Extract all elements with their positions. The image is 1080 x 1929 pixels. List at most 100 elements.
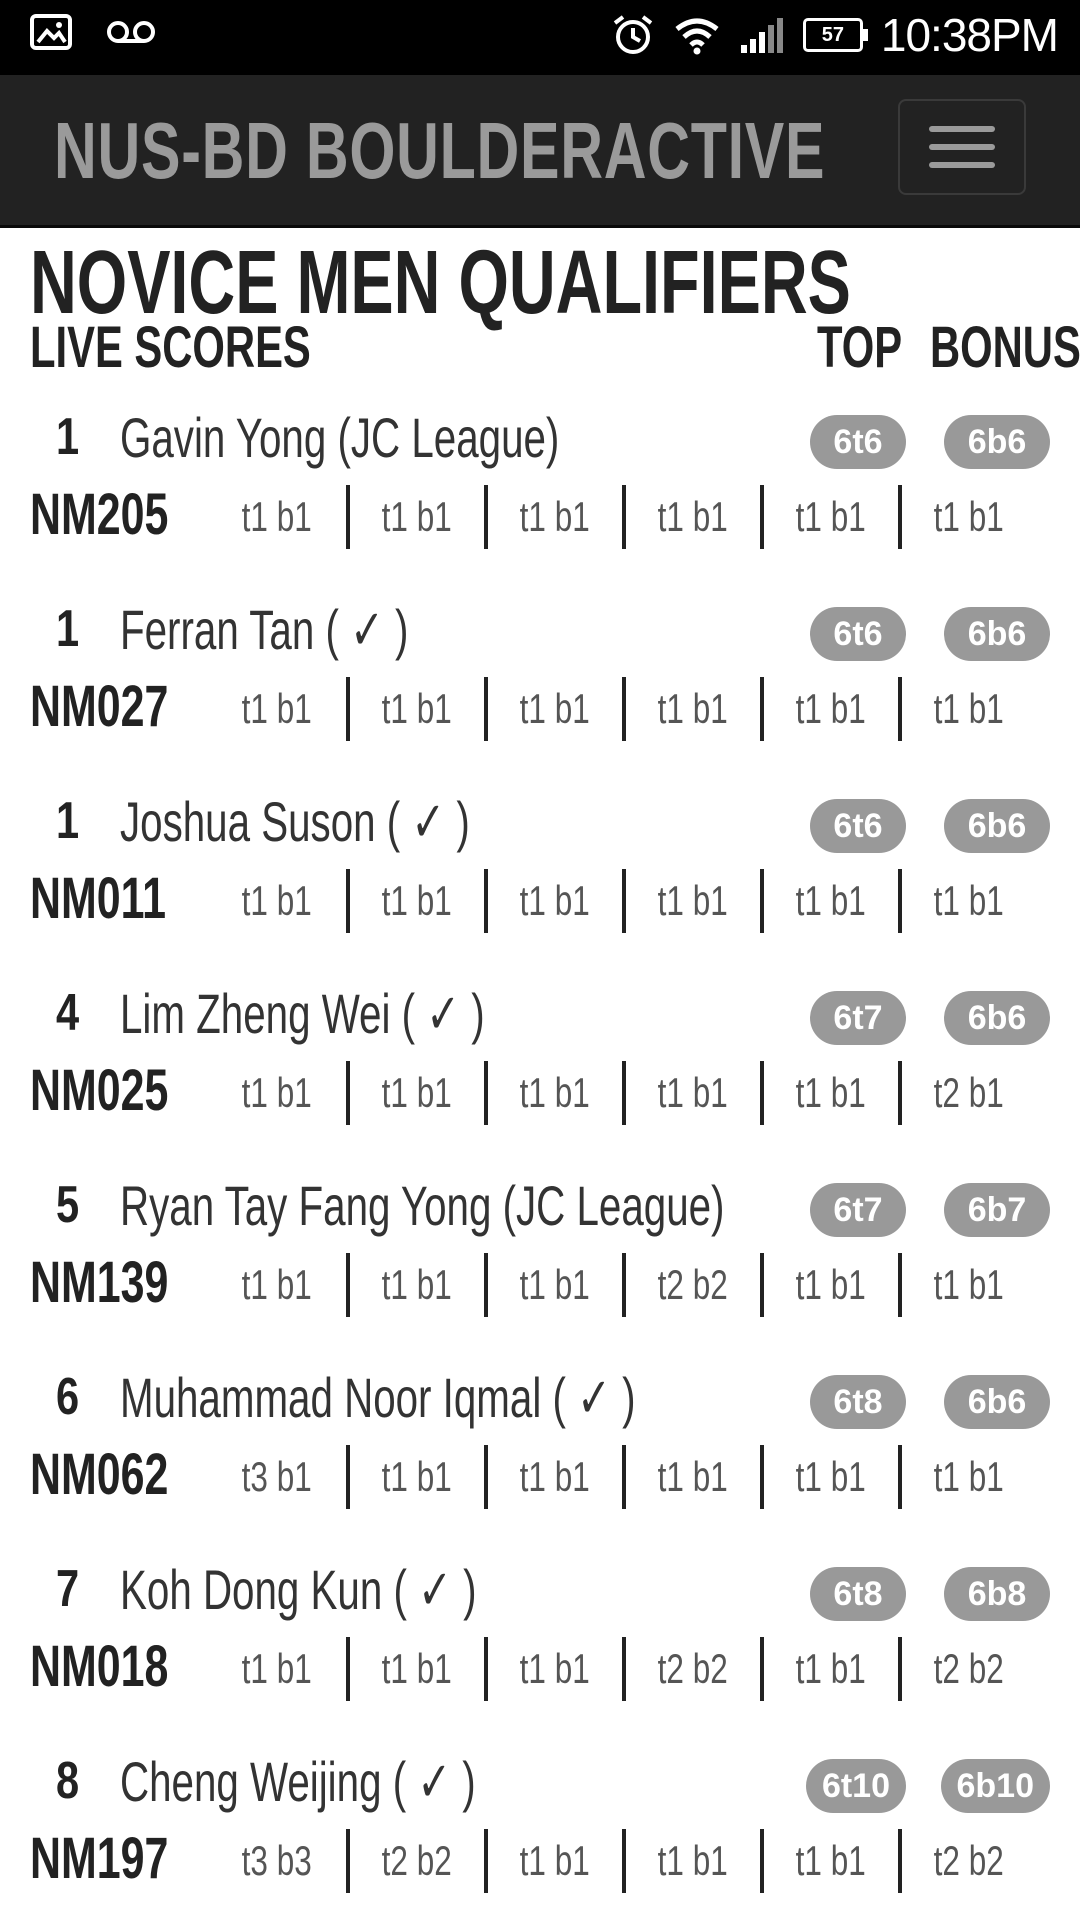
list-item: 5 Ryan Tay Fang Yong (JC League) 6t7 6b7…: [0, 1161, 1080, 1353]
attempt-cell: t1 b1: [208, 869, 346, 933]
attempt-cell: t2 b2: [622, 1253, 760, 1317]
rank: 5: [56, 1176, 80, 1234]
status-bar: 57 10:38PM: [0, 0, 1080, 75]
attempt-result: t1 b1: [657, 1837, 729, 1884]
attempt-result: t1 b1: [381, 1645, 453, 1692]
attempt-cell: t2 b2: [898, 1829, 1036, 1893]
attempt-result: t1 b1: [795, 685, 867, 732]
attempt-cell: t1 b1: [346, 485, 484, 549]
attempt-cell: t1 b1: [622, 1061, 760, 1125]
top-badge: 6t6: [810, 607, 906, 661]
attempt-result: t1 b1: [381, 1453, 453, 1500]
attempt-result: t2 b2: [657, 1261, 729, 1308]
climber-name: Ferran Tan ( ✓ ): [120, 598, 409, 661]
rank: 1: [56, 408, 80, 466]
attempt-result: t2 b2: [657, 1645, 729, 1692]
clock: 10:38PM: [880, 9, 1059, 61]
wifi-icon: [675, 18, 719, 55]
battery-icon: 57: [802, 18, 868, 52]
attempt-cell: t1 b1: [484, 1637, 622, 1701]
attempt-result: t1 b1: [241, 1645, 313, 1692]
rank: 6: [56, 1368, 80, 1426]
attempt-result: t1 b1: [933, 877, 1005, 924]
rank: 1: [56, 600, 80, 658]
attempt-result: t1 b1: [657, 685, 729, 732]
attempt-cell: t1 b1: [484, 677, 622, 741]
attempt-result: t1 b1: [657, 1069, 729, 1116]
attempt-result: t1 b1: [241, 1261, 313, 1308]
climber-code: NM205: [30, 482, 169, 547]
bonus-badge: 6b8: [944, 1567, 1050, 1621]
list-item: 8 Cheng Weijing ( ✓ ) 6t10 6b10 NM197 t3…: [0, 1737, 1080, 1929]
hamburger-icon-bar: [929, 144, 995, 150]
attempt-result: t1 b1: [519, 685, 591, 732]
attempt-cell: t1 b1: [208, 1637, 346, 1701]
attempt-result: t1 b1: [381, 1261, 453, 1308]
attempt-result: t1 b1: [519, 1645, 591, 1692]
attempt-cell: t1 b1: [898, 1253, 1036, 1317]
attempt-cell: t1 b1: [898, 485, 1036, 549]
attempt-result: t1 b1: [519, 1837, 591, 1884]
climber-code: NM197: [30, 1826, 169, 1891]
brand-link[interactable]: NUS-BD BOULDERACTIVE: [54, 105, 825, 197]
attempt-cell: t1 b1: [760, 869, 898, 933]
attempts-row: t1 b1 t1 b1 t1 b1 t1 b1 t1 b1 t1 b1: [208, 869, 1036, 933]
top-badge: 6t8: [810, 1567, 906, 1621]
top-badge: 6t6: [810, 415, 906, 469]
attempt-cell: t1 b1: [898, 1445, 1036, 1509]
attempt-cell: t1 b1: [760, 1445, 898, 1509]
attempt-result: t1 b1: [933, 1261, 1005, 1308]
menu-toggle-button[interactable]: [898, 99, 1026, 195]
top-badge: 6t7: [810, 991, 906, 1045]
bonus-badge: 6b7: [944, 1183, 1050, 1237]
rank: 4: [56, 984, 80, 1042]
attempt-cell: t3 b1: [208, 1445, 346, 1509]
attempt-cell: t1 b1: [346, 1637, 484, 1701]
bonus-badge: 6b6: [944, 991, 1050, 1045]
bonus-badge: 6b10: [940, 1759, 1050, 1813]
score-list: 1 Gavin Yong (JC League) 6t6 6b6 NM205 t…: [0, 393, 1080, 1929]
climber-name: Joshua Suson ( ✓ ): [120, 790, 470, 853]
bonus-badge: 6b6: [944, 1375, 1050, 1429]
attempt-cell: t1 b1: [760, 1061, 898, 1125]
attempt-cell: t1 b1: [760, 1829, 898, 1893]
attempts-row: t1 b1 t1 b1 t1 b1 t1 b1 t1 b1 t1 b1: [208, 485, 1036, 549]
attempt-cell: t2 b2: [346, 1829, 484, 1893]
attempt-result: t1 b1: [795, 1837, 867, 1884]
voicemail-icon: [107, 21, 155, 43]
top-badge: 6t8: [810, 1375, 906, 1429]
signal-icon: [740, 18, 783, 53]
attempt-result: t1 b1: [795, 1453, 867, 1500]
attempt-cell: t1 b1: [484, 1829, 622, 1893]
attempt-cell: t1 b1: [898, 677, 1036, 741]
attempt-result: t2 b2: [933, 1837, 1005, 1884]
attempt-cell: t1 b1: [484, 485, 622, 549]
attempt-result: t1 b1: [795, 877, 867, 924]
attempt-result: t2 b2: [933, 1645, 1005, 1692]
list-item: 1 Gavin Yong (JC League) 6t6 6b6 NM205 t…: [0, 393, 1080, 585]
attempt-result: t1 b1: [933, 1453, 1005, 1500]
climber-name: Gavin Yong (JC League): [120, 406, 560, 469]
attempt-cell: t1 b1: [484, 1061, 622, 1125]
attempt-result: t1 b1: [657, 493, 729, 540]
attempt-result: t1 b1: [519, 1069, 591, 1116]
top-badge: 6t10: [805, 1759, 906, 1813]
attempt-result: t1 b1: [519, 1261, 591, 1308]
rank: 8: [56, 1752, 80, 1810]
attempt-result: t1 b1: [519, 493, 591, 540]
attempt-result: t1 b1: [933, 685, 1005, 732]
attempt-cell: t1 b1: [622, 485, 760, 549]
list-item: 4 Lim Zheng Wei ( ✓ ) 6t7 6b6 NM025 t1 b…: [0, 969, 1080, 1161]
climber-code: NM027: [30, 674, 169, 739]
bonus-badge: 6b6: [944, 607, 1050, 661]
attempt-cell: t1 b1: [346, 1253, 484, 1317]
attempt-result: t1 b1: [519, 1453, 591, 1500]
attempt-cell: t2 b2: [898, 1637, 1036, 1701]
attempt-result: t2 b2: [381, 1837, 453, 1884]
attempt-result: t1 b1: [381, 493, 453, 540]
attempts-row: t1 b1 t1 b1 t1 b1 t1 b1 t1 b1 t1 b1: [208, 677, 1036, 741]
attempt-result: t1 b1: [241, 877, 313, 924]
attempt-cell: t1 b1: [484, 1445, 622, 1509]
attempt-result: t3 b3: [241, 1837, 313, 1884]
attempt-cell: t1 b1: [346, 1061, 484, 1125]
